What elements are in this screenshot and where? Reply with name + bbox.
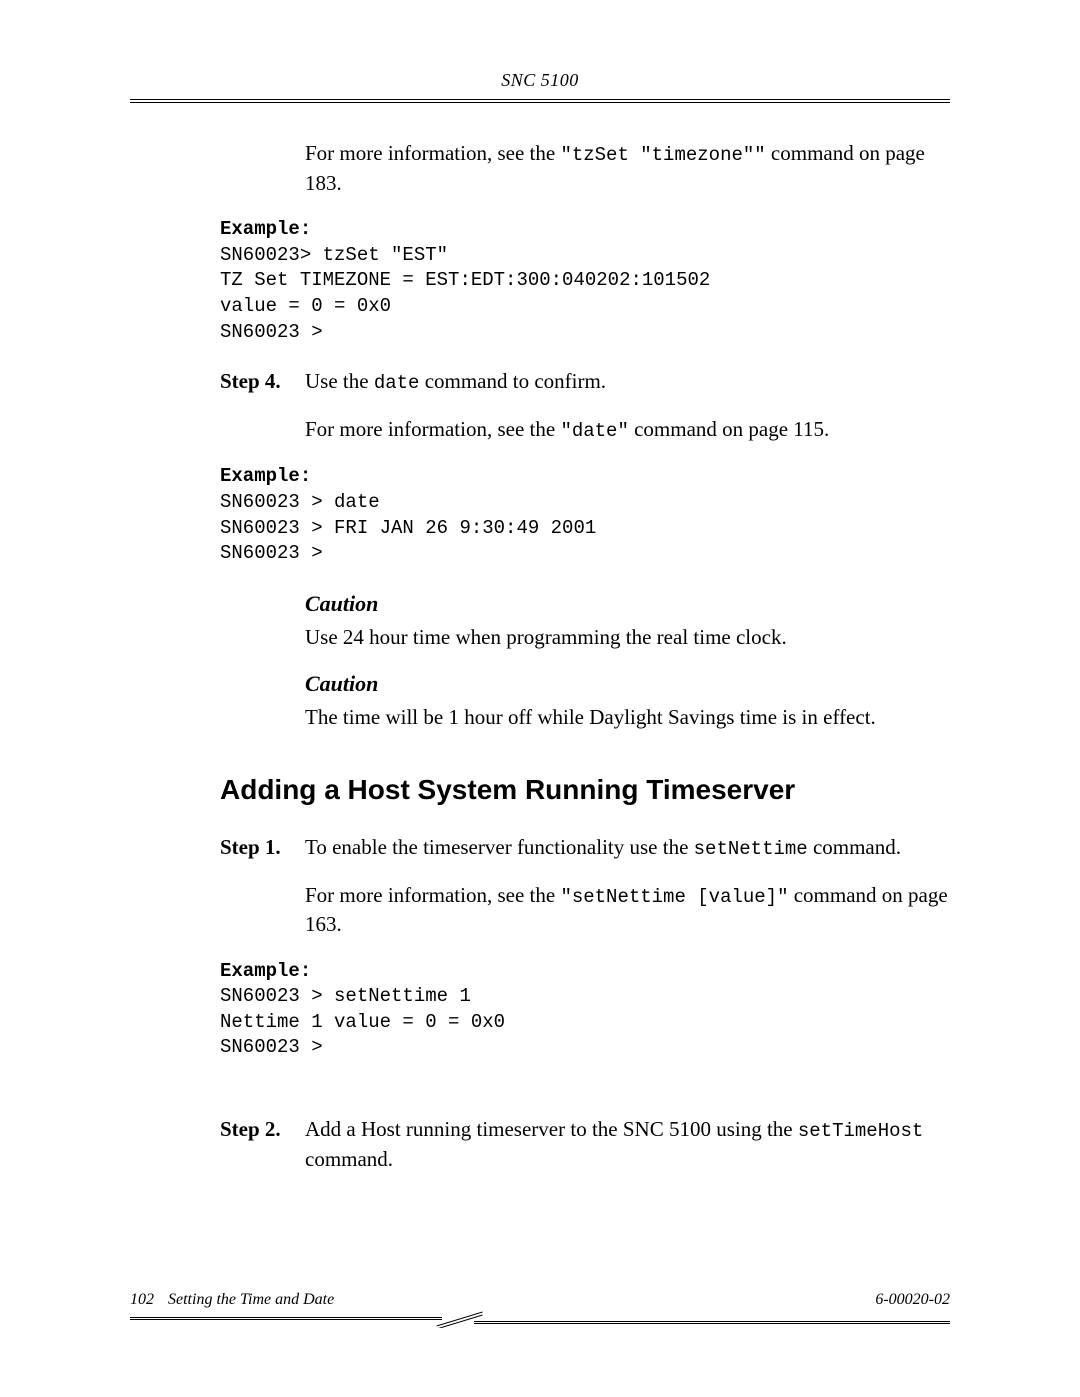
footer-docnum: 6-00020-02 <box>875 1291 950 1309</box>
footer-title: Setting the Time and Date <box>168 1291 334 1309</box>
code-block: SN60023 > setNettime 1 Nettime 1 value =… <box>220 984 950 1061</box>
header-rule <box>130 99 950 103</box>
text: command on page 115. <box>629 417 829 441</box>
running-header: SNC 5100 <box>130 70 950 99</box>
step-body: Add a Host running timeserver to the SNC… <box>305 1115 950 1173</box>
footer-line: 102 Setting the Time and Date 6-00020-02 <box>130 1291 950 1309</box>
step1-info: For more information, see the "setNettim… <box>305 881 950 939</box>
text: Add a Host running timeserver to the SNC… <box>305 1117 798 1141</box>
inline-code: "setNettime [value]" <box>560 886 788 908</box>
content-area: For more information, see the "tzSet "ti… <box>130 139 950 1173</box>
text: To enable the timeserver functionality u… <box>305 835 694 859</box>
inline-code: setNettime <box>694 838 808 860</box>
example-label: Example: <box>220 217 950 243</box>
step-label: Step 1. <box>220 833 305 863</box>
section-heading: Adding a Host System Running Timeserver <box>220 771 950 809</box>
code-block: SN60023> tzSet "EST" TZ Set TIMEZONE = E… <box>220 243 950 346</box>
caution-text: The time will be 1 hour off while Daylig… <box>305 703 950 731</box>
page-number: 102 <box>130 1291 154 1309</box>
footer-rule-right <box>474 1321 950 1324</box>
spacer <box>130 1083 950 1105</box>
footer-left: 102 Setting the Time and Date <box>130 1291 334 1309</box>
step-label: Step 4. <box>220 367 305 397</box>
text: command to confirm. <box>419 369 606 393</box>
caution-heading: Caution <box>305 589 950 619</box>
step-body: Use the date command to confirm. <box>305 367 950 397</box>
inline-code: setTimeHost <box>798 1120 923 1142</box>
footer: 102 Setting the Time and Date 6-00020-02 <box>130 1291 950 1327</box>
caution-heading: Caution <box>305 669 950 699</box>
text: For more information, see the <box>305 141 560 165</box>
text: For more information, see the <box>305 417 560 441</box>
text: command. <box>305 1147 393 1171</box>
footer-rule <box>130 1315 950 1327</box>
step4-info: For more information, see the "date" com… <box>305 415 950 445</box>
example-label: Example: <box>220 464 950 490</box>
step-1: Step 1. To enable the timeserver functio… <box>220 833 950 863</box>
step-4: Step 4. Use the date command to confirm. <box>220 367 950 397</box>
footer-rule-left <box>130 1317 442 1320</box>
inline-code: date <box>374 372 420 394</box>
step-2: Step 2. Add a Host running timeserver to… <box>220 1115 950 1173</box>
intro-paragraph: For more information, see the "tzSet "ti… <box>305 139 950 197</box>
inline-code: "tzSet "timezone"" <box>560 144 765 166</box>
page: SNC 5100 For more information, see the "… <box>0 0 1080 1397</box>
inline-code: "date" <box>560 420 628 442</box>
step-label: Step 2. <box>220 1115 305 1173</box>
example-label: Example: <box>220 959 950 985</box>
footer-rule-slash <box>435 1310 484 1328</box>
text: Use the <box>305 369 374 393</box>
caution-text: Use 24 hour time when programming the re… <box>305 623 950 651</box>
text: command. <box>808 835 901 859</box>
code-block: SN60023 > date SN60023 > FRI JAN 26 9:30… <box>220 490 950 567</box>
text: For more information, see the <box>305 883 560 907</box>
step-body: To enable the timeserver functionality u… <box>305 833 950 863</box>
